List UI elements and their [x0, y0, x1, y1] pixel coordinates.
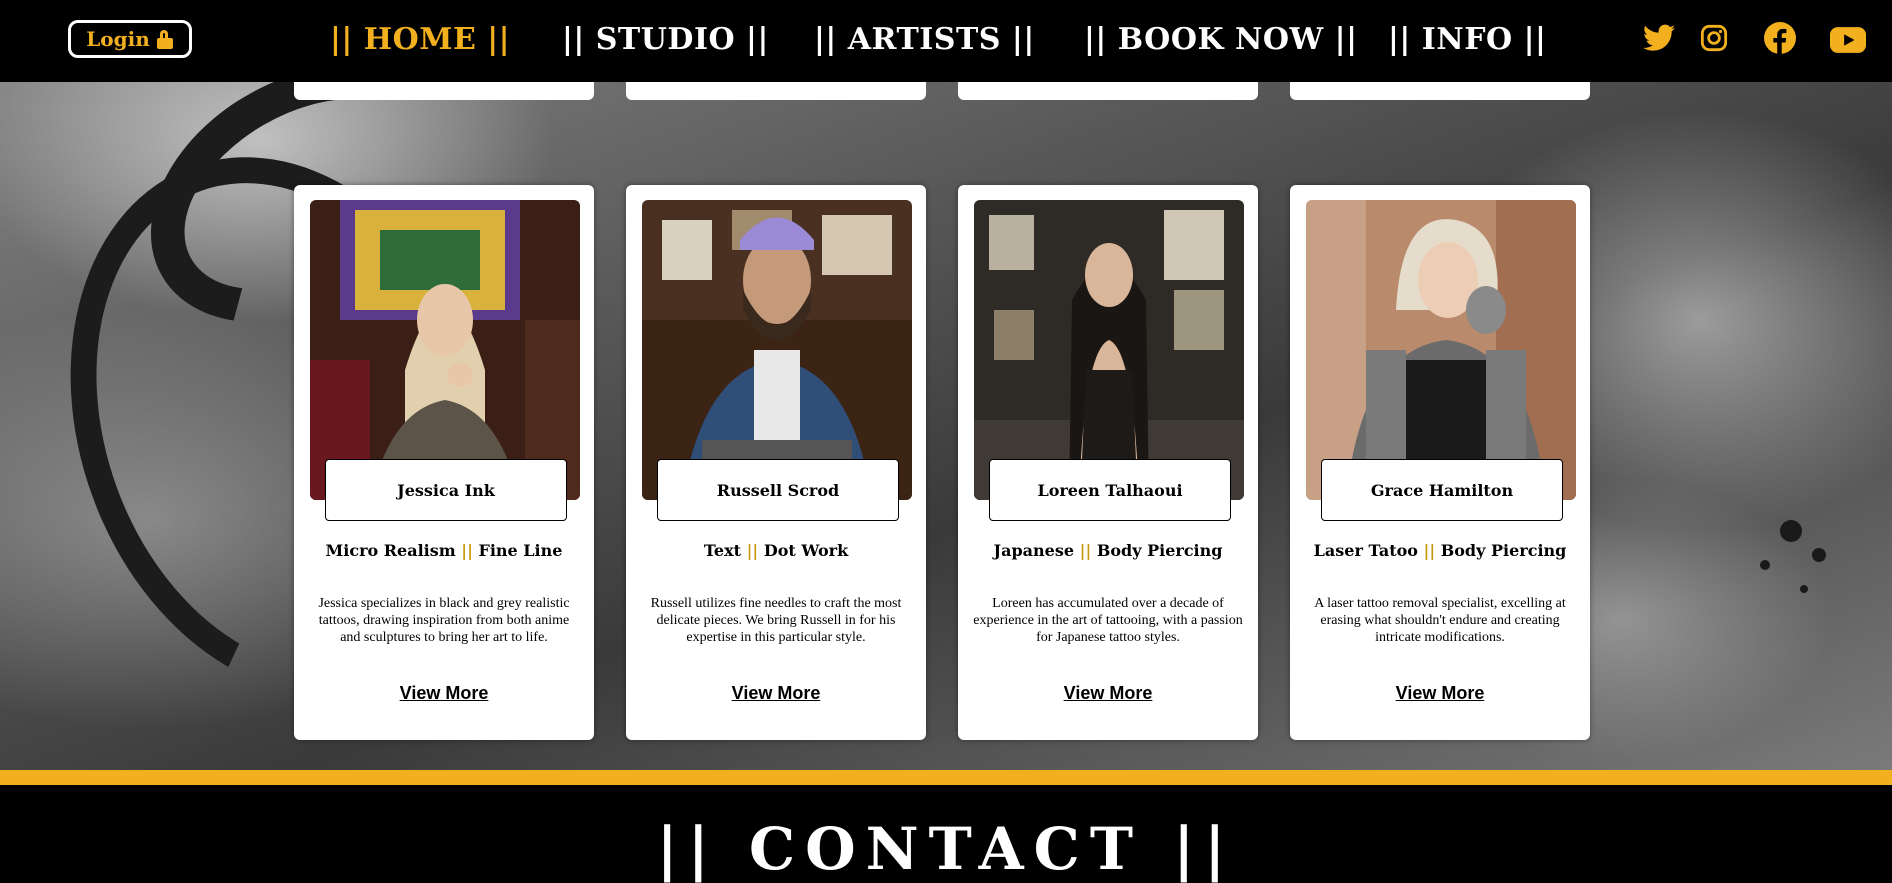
instagram-icon[interactable] — [1700, 24, 1728, 52]
nav-info[interactable]: || INFO || — [1388, 22, 1546, 57]
ink-splatter — [1812, 548, 1826, 562]
artist-specialty: Japanese || Body Piercing — [993, 541, 1223, 560]
view-more-link[interactable]: View More — [1290, 683, 1590, 704]
twitter-icon[interactable] — [1643, 24, 1675, 52]
artist-card-russell: Russell Scrod Text || Dot Work Russell u… — [626, 185, 926, 740]
artist-specialty: Micro Realism || Fine Line — [325, 541, 563, 560]
artist-description: Russell utilizes fine needles to craft t… — [650, 596, 902, 645]
artist-name: Russell Scrod — [657, 459, 899, 521]
ink-splatter — [1800, 585, 1808, 593]
main-nav: || HOME || || STUDIO || || ARTISTS || ||… — [0, 22, 1892, 62]
nav-studio[interactable]: || STUDIO || — [562, 22, 769, 57]
artist-name: Grace Hamilton — [1321, 459, 1563, 521]
nav-home[interactable]: || HOME || — [330, 22, 510, 57]
nav-artists[interactable]: || ARTISTS || — [814, 22, 1035, 57]
view-more-link[interactable]: View More — [958, 683, 1258, 704]
artist-name: Jessica Ink — [325, 459, 567, 521]
artist-photo — [642, 200, 912, 500]
artist-photo — [974, 200, 1244, 500]
nav-book-now[interactable]: || BOOK NOW || — [1084, 22, 1357, 57]
accent-divider — [0, 770, 1892, 785]
artist-photo — [1306, 200, 1576, 500]
view-more-link[interactable]: View More — [294, 683, 594, 704]
artist-card-loreen: Loreen Talhaoui Japanese || Body Piercin… — [958, 185, 1258, 740]
artist-description: Loreen has accumulated over a decade of … — [973, 596, 1243, 645]
artist-specialty: Laser Tatoo || Body Piercing — [1313, 541, 1567, 560]
contact-heading: || CONTACT || — [656, 815, 1236, 883]
view-more-link[interactable]: View More — [626, 683, 926, 704]
ink-splatter — [1780, 520, 1802, 542]
artist-card-jessica: Jessica Ink Micro Realism || Fine Line J… — [294, 185, 594, 740]
facebook-icon[interactable] — [1764, 22, 1796, 54]
artist-specialty: Text || Dot Work — [703, 541, 849, 560]
youtube-icon[interactable] — [1830, 26, 1866, 54]
artist-name: Loreen Talhaoui — [989, 459, 1231, 521]
top-navigation-bar: Login || HOME || || STUDIO || || ARTISTS… — [0, 0, 1892, 82]
ink-splatter — [1760, 560, 1770, 570]
artist-card-grace: Grace Hamilton Laser Tatoo || Body Pierc… — [1290, 185, 1590, 740]
artist-photo — [310, 200, 580, 500]
artist-description: A laser tattoo removal specialist, excel… — [1314, 596, 1566, 645]
artist-description: Jessica specializes in black and grey re… — [318, 596, 570, 645]
